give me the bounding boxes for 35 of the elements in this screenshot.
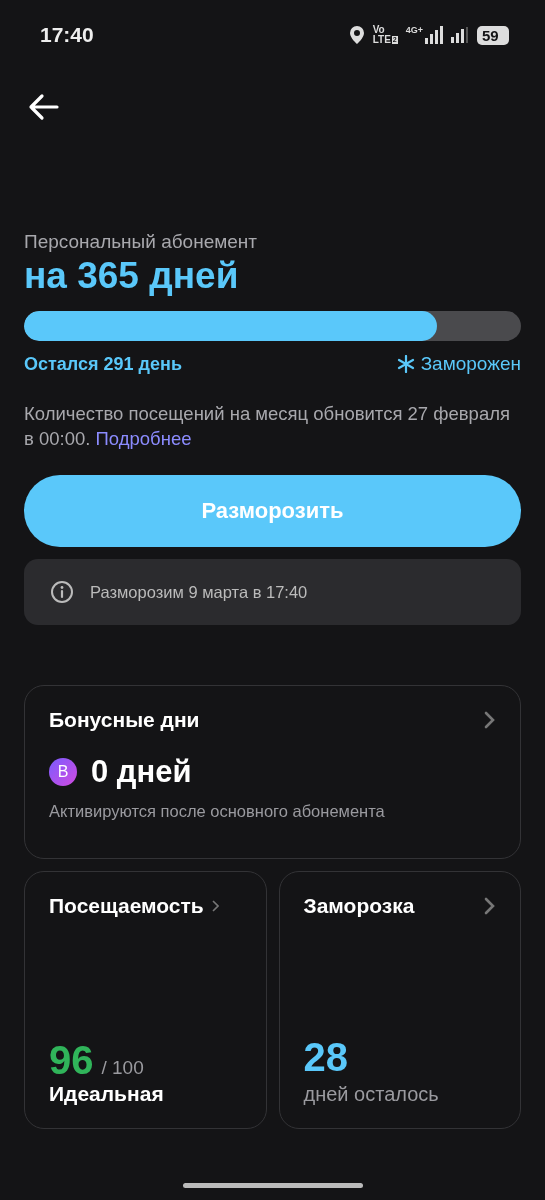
freeze-days: 28 [303,1037,496,1077]
card-title: Бонусные дни [49,708,200,732]
snowflake-icon [396,355,415,373]
card-title: Заморозка [303,894,415,918]
details-link[interactable]: Подробнее [95,428,192,449]
card-title: Посещаемость [49,894,204,918]
subscription-label: Персональный абонемент [24,231,259,253]
days-remaining: Остался 291 день [24,353,182,375]
info-text: Разморозим 9 марта в 17:40 [90,582,308,602]
stat-card[interactable]: Заморозка 28 дней осталось [278,871,521,1129]
back-arrow-icon[interactable] [27,93,59,121]
battery-indicator: 59 [477,25,509,45]
lte-label: LTE [372,35,391,45]
volte-label: Vo [372,25,386,35]
network-label: 4G+ [405,25,423,35]
attendance-score: 96 [49,1040,94,1080]
chevron-icon [211,900,219,912]
card-caption: Активируются после основного абонемента [49,802,386,821]
score-max: / 100 [101,1057,144,1079]
status-time: 17:40 [40,23,94,47]
info-icon [50,580,74,604]
location-icon [348,25,365,45]
bonus-card[interactable]: Бонусные дни B 0 дней Активируются после основного абонемента [24,685,521,859]
card-caption: дней осталось [303,1083,440,1106]
stat-card[interactable]: Посещаемость 96 / 100 Идеальная [24,871,267,1129]
notice-text: Количество посещений на месяц обновится 27 февраля в 00:00. Подробнее [24,402,511,451]
subscription-title: на 365 дней [24,255,240,297]
chevron-icon [484,711,496,729]
signal-icon [425,26,443,44]
bonus-badge: B [49,758,77,786]
frozen-status: Заморожен [420,353,521,375]
attendance-rating: Идеальная [49,1082,165,1106]
bonus-days: 0 дней [91,754,192,790]
chevron-icon [484,897,496,915]
signal-icon [451,27,469,43]
